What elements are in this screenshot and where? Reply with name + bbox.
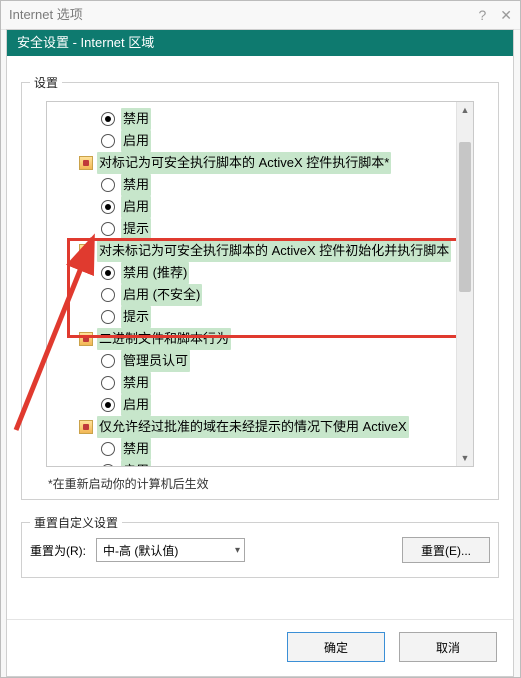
radio-icon[interactable] [101, 442, 115, 456]
option-row[interactable]: 禁用 (推荐) [47, 262, 473, 284]
category-label: 对未标记为可安全执行脚本的 ActiveX 控件初始化并执行脚本 [97, 240, 451, 262]
option-label: 管理员认可 [121, 350, 190, 372]
restart-note: *在重新启动你的计算机后生效 [48, 475, 490, 492]
cancel-button[interactable]: 取消 [399, 632, 497, 662]
radio-icon[interactable] [101, 178, 115, 192]
option-label: 提示 [121, 218, 151, 240]
option-row[interactable]: 启用 (不安全) [47, 284, 473, 306]
option-label: 禁用 [121, 174, 151, 196]
settings-group: 设置 禁用 启用 [21, 82, 499, 500]
dialog-title: 安全设置 - Internet 区域 [17, 35, 154, 50]
scroll-up-arrow-icon[interactable]: ▲ [457, 102, 473, 118]
scroll-thumb[interactable] [459, 142, 471, 292]
option-label: 禁用 (推荐) [121, 262, 189, 284]
category-row: 对标记为可安全执行脚本的 ActiveX 控件执行脚本* [47, 152, 473, 174]
reset-to-label: 重置为(R): [30, 542, 86, 559]
radio-icon[interactable] [101, 222, 115, 236]
category-row: 二进制文件和脚本行为 [47, 328, 473, 350]
tree-scrollbar[interactable]: ▲ ▼ [456, 102, 473, 466]
option-row[interactable]: 启用 [47, 394, 473, 416]
close-icon[interactable]: ✕ [500, 1, 512, 29]
category-row-unsafe-activex: 对未标记为可安全执行脚本的 ActiveX 控件初始化并执行脚本 [47, 240, 473, 262]
radio-icon[interactable] [101, 200, 115, 214]
option-row[interactable]: 启用 [47, 130, 473, 152]
option-row[interactable]: 启用 [47, 196, 473, 218]
activex-icon [79, 244, 93, 258]
option-label: 启用 [121, 460, 151, 467]
category-row: 仅允许经过批准的域在未经提示的情况下使用 ActiveX [47, 416, 473, 438]
activex-icon [79, 156, 93, 170]
option-row[interactable]: 禁用 [47, 174, 473, 196]
option-label: 提示 [121, 306, 151, 328]
parent-window-controls: ? ✕ [478, 1, 512, 29]
option-label: 禁用 [121, 108, 151, 130]
radio-icon[interactable] [101, 134, 115, 148]
parent-title: Internet 选项 [9, 1, 83, 29]
option-row[interactable]: 启用 [47, 460, 473, 467]
chevron-down-icon: ▾ [235, 545, 240, 556]
option-label: 禁用 [121, 372, 151, 394]
reset-button[interactable]: 重置(E)... [402, 537, 490, 563]
category-label: 二进制文件和脚本行为 [97, 328, 231, 350]
reset-level-combo[interactable]: 中-高 (默认值) ▾ [96, 538, 245, 562]
settings-tree: 禁用 启用 对标记为可安全执行脚本的 ActiveX 控件执行脚本* [46, 101, 474, 467]
option-label: 启用 [121, 196, 151, 218]
reset-group: 重置自定义设置 重置为(R): 中-高 (默认值) ▾ 重置(E)... [21, 522, 499, 578]
dialog-body: 设置 禁用 启用 [7, 56, 513, 619]
radio-icon[interactable] [101, 376, 115, 390]
dialog-titlebar: 安全设置 - Internet 区域 [7, 30, 513, 56]
radio-icon[interactable] [101, 354, 115, 368]
option-row[interactable]: 禁用 [47, 438, 473, 460]
activex-icon [79, 332, 93, 346]
scroll-down-arrow-icon[interactable]: ▼ [457, 450, 473, 466]
dialog-footer: 确定 取消 [7, 619, 513, 676]
option-label: 启用 [121, 394, 151, 416]
category-label: 对标记为可安全执行脚本的 ActiveX 控件执行脚本* [97, 152, 391, 174]
option-label: 禁用 [121, 438, 151, 460]
radio-icon[interactable] [101, 398, 115, 412]
help-icon[interactable]: ? [478, 1, 486, 29]
radio-icon[interactable] [101, 288, 115, 302]
option-row[interactable]: 提示 [47, 218, 473, 240]
activex-icon [79, 420, 93, 434]
ok-button[interactable]: 确定 [287, 632, 385, 662]
parent-titlebar: Internet 选项 ? ✕ [1, 1, 520, 30]
radio-icon[interactable] [101, 112, 115, 126]
reset-group-label: 重置自定义设置 [30, 514, 122, 531]
radio-icon[interactable] [101, 464, 115, 467]
option-row[interactable]: 管理员认可 [47, 350, 473, 372]
radio-icon[interactable] [101, 266, 115, 280]
option-label: 启用 (不安全) [121, 284, 202, 306]
settings-tree-content: 禁用 启用 对标记为可安全执行脚本的 ActiveX 控件执行脚本* [47, 102, 473, 467]
option-label: 启用 [121, 130, 151, 152]
reset-level-value: 中-高 (默认值) [103, 542, 178, 559]
security-settings-dialog: 安全设置 - Internet 区域 设置 禁用 启用 [6, 29, 514, 677]
radio-icon[interactable] [101, 310, 115, 324]
option-row[interactable]: 提示 [47, 306, 473, 328]
category-label: 仅允许经过批准的域在未经提示的情况下使用 ActiveX [97, 416, 409, 438]
settings-group-label: 设置 [30, 74, 62, 91]
internet-options-window: Internet 选项 ? ✕ 安全设置 - Internet 区域 设置 禁用 [0, 0, 521, 678]
option-row[interactable]: 禁用 [47, 372, 473, 394]
option-row[interactable]: 禁用 [47, 108, 473, 130]
